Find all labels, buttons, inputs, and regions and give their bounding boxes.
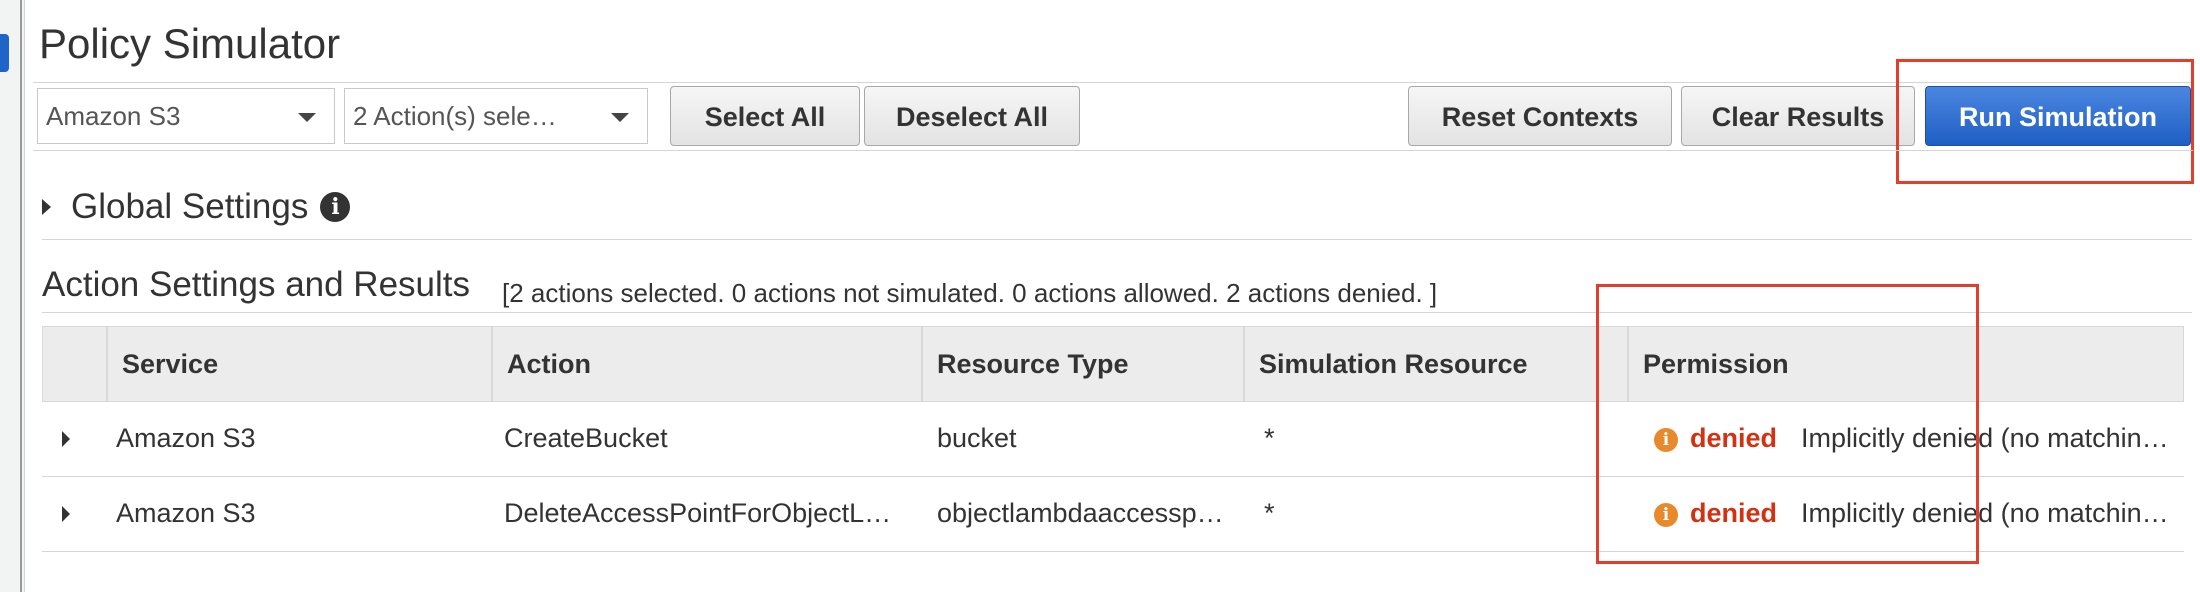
global-settings-toggle[interactable]: Global Settings i <box>42 182 351 232</box>
annotation-highlight-run <box>1896 59 2194 184</box>
service-select[interactable]: Amazon S3 <box>37 88 335 144</box>
cell-simulation-resource: * <box>1264 498 1275 528</box>
cell-resource-type: objectlambdaaccessp… <box>937 498 1224 528</box>
deselect-all-button[interactable]: Deselect All <box>864 86 1080 146</box>
caret-right-icon <box>42 199 51 215</box>
cell-service: Amazon S3 <box>116 423 256 453</box>
cell-action: CreateBucket <box>504 423 668 453</box>
column-header-resource-type[interactable]: Resource Type <box>921 327 1243 401</box>
results-title: Action Settings and Results <box>42 265 471 304</box>
cell-simulation-resource: * <box>1264 423 1275 453</box>
toolbar-top-divider <box>33 82 2193 83</box>
reset-contexts-button[interactable]: Reset Contexts <box>1408 86 1672 146</box>
chevron-down-icon <box>298 113 316 122</box>
section-divider <box>42 239 2192 240</box>
service-select-value: Amazon S3 <box>46 101 181 131</box>
action-select[interactable]: 2 Action(s) sele… <box>344 88 648 144</box>
chevron-down-icon <box>611 113 629 122</box>
action-select-value: 2 Action(s) sele… <box>353 101 557 131</box>
column-header-expand <box>43 327 106 401</box>
global-settings-label: Global Settings <box>71 187 309 226</box>
left-panel-tab[interactable] <box>0 34 9 72</box>
toolbar-bottom-divider <box>33 150 2193 151</box>
column-header-simulation-resource[interactable]: Simulation Resource <box>1243 327 1627 401</box>
info-icon[interactable]: i <box>320 192 351 222</box>
cell-action: DeleteAccessPointForObjectL… <box>504 498 892 528</box>
column-header-service[interactable]: Service <box>106 327 491 401</box>
page-title: Policy Simulator <box>39 20 341 67</box>
column-header-action[interactable]: Action <box>491 327 921 401</box>
left-panel-edge <box>0 0 25 592</box>
expand-row-icon[interactable] <box>62 506 70 522</box>
select-all-button[interactable]: Select All <box>670 86 860 146</box>
panel-divider[interactable] <box>20 0 22 592</box>
cell-resource-type: bucket <box>937 423 1017 453</box>
results-summary: [2 actions selected. 0 actions not simul… <box>502 278 1438 308</box>
annotation-highlight-permission <box>1596 284 1979 564</box>
cell-service: Amazon S3 <box>116 498 256 528</box>
clear-results-button[interactable]: Clear Results <box>1681 86 1915 146</box>
expand-row-icon[interactable] <box>62 431 70 447</box>
